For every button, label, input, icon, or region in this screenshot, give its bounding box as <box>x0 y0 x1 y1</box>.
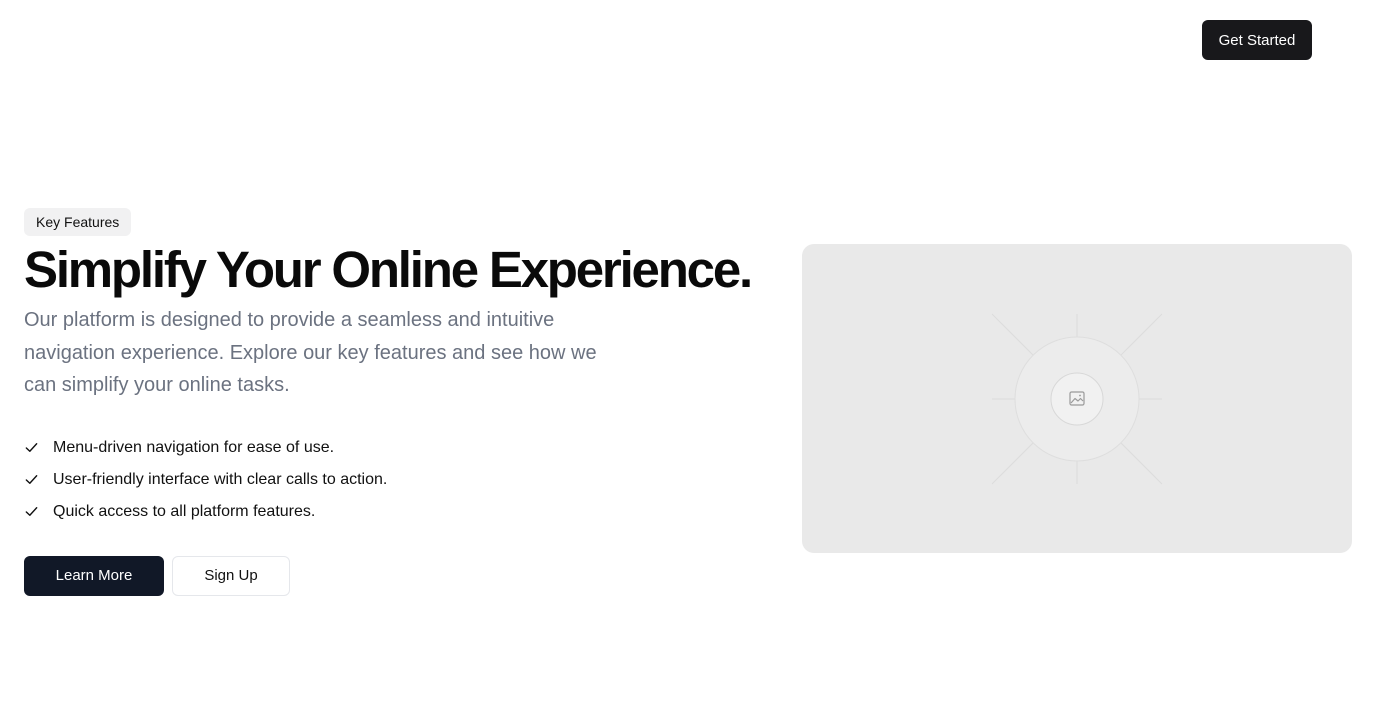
check-icon <box>25 443 38 452</box>
hero-title: Simplify Your Online Experience. <box>24 241 753 298</box>
feature-list: Menu-driven navigation for ease of use. … <box>24 432 764 528</box>
hero-actions: Learn More Sign Up <box>24 555 764 596</box>
check-icon <box>25 507 38 516</box>
learn-more-button[interactable]: Learn More <box>24 555 164 596</box>
hero-content: Key Features Simplify Your Online Experi… <box>24 208 764 596</box>
feature-item: Menu-driven navigation for ease of use. <box>24 432 764 464</box>
feature-item: Quick access to all platform features. <box>24 496 764 528</box>
page: Get Started Key Features Simplify Your O… <box>0 0 1376 718</box>
hero-image-placeholder <box>802 244 1352 553</box>
hero-description: Our platform is designed to provide a se… <box>24 309 597 396</box>
key-features-badge: Key Features <box>24 208 132 236</box>
sign-up-button[interactable]: Sign Up <box>172 555 290 596</box>
feature-text: Menu-driven navigation for ease of use. <box>53 438 335 456</box>
feature-text: Quick access to all platform features. <box>53 502 316 520</box>
placeholder-graphic <box>991 313 1163 485</box>
feature-text: User-friendly interface with clear calls… <box>53 470 388 488</box>
check-icon <box>25 475 38 484</box>
get-started-button[interactable]: Get Started <box>1202 20 1312 60</box>
feature-item: User-friendly interface with clear calls… <box>24 464 764 496</box>
